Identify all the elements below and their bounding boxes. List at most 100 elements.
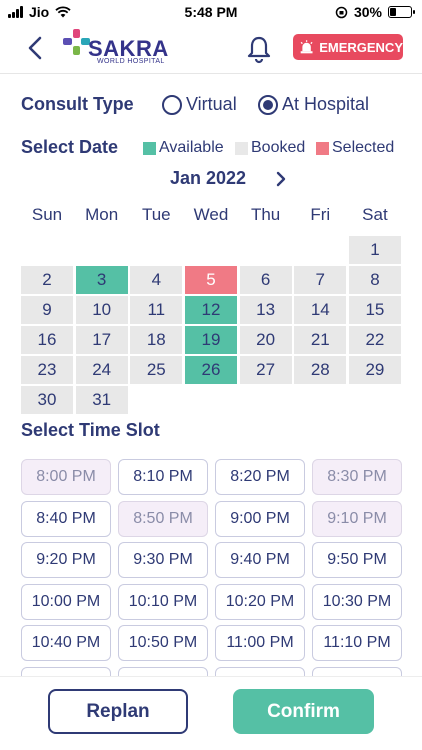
weekday-label: Fri xyxy=(310,205,331,224)
legend-available-label: Available xyxy=(159,139,224,156)
calendar-day[interactable]: 3 xyxy=(75,266,128,294)
time-slot-button: 8:00 PM xyxy=(21,459,111,495)
weekday-header: Sun Mon Tue Wed Thu Fri Sat xyxy=(21,205,401,225)
confirm-button[interactable]: Confirm xyxy=(233,689,374,734)
virtual-radio[interactable]: Virtual xyxy=(162,94,237,115)
logo-subtitle: WORLD HOSPITAL xyxy=(97,58,165,65)
calendar-day[interactable]: 19 xyxy=(184,326,237,354)
hospital-logo: SAKRA WORLD HOSPITAL xyxy=(60,26,170,74)
at-hospital-radio-label: At Hospital xyxy=(282,94,370,114)
weekday-label: Wed xyxy=(193,205,229,224)
calendar-day[interactable]: 22 xyxy=(348,326,401,354)
legend-selected-label: Selected xyxy=(332,139,395,156)
calendar-day[interactable]: 29 xyxy=(348,356,401,384)
time-slot-button[interactable]: 11:00 PM xyxy=(215,625,305,662)
weekday-label: Sun xyxy=(31,205,63,224)
time-slot-button[interactable]: 8:20 PM xyxy=(215,459,305,495)
calendar-day[interactable]: 28 xyxy=(294,356,347,384)
replan-button[interactable]: Replan xyxy=(48,689,188,734)
calendar-day[interactable]: 15 xyxy=(348,296,401,324)
calendar-day[interactable]: 10 xyxy=(75,296,128,324)
calendar-day[interactable]: 14 xyxy=(294,296,347,324)
orientation-lock-icon xyxy=(335,6,348,18)
legend-selected: Selected xyxy=(316,139,394,157)
virtual-radio-circle[interactable] xyxy=(162,94,182,115)
time-slot-button[interactable]: 9:00 PM xyxy=(215,500,305,537)
calendar-day[interactable]: 24 xyxy=(75,356,128,384)
time-slot-grid: 8:00 PM 8:10 PM 8:20 PM 8:30 PM 8:40 PM 8:50 … xyxy=(21,459,402,677)
time-slot-button[interactable]: 10:20 PM xyxy=(215,583,305,620)
consult-type-title: Consult Type xyxy=(21,94,134,114)
calendar-day[interactable]: 20 xyxy=(239,326,292,354)
calendar-day[interactable]: 11 xyxy=(130,296,183,324)
calendar-day[interactable]: 7 xyxy=(294,266,347,294)
time-slot-button[interactable]: 10:50 PM xyxy=(118,625,208,662)
legend-available: Available xyxy=(143,139,224,157)
calendar-grid: 1 2 3 4 5 6 7 8 9 10 11 12 13 14 15 16 17 18 19 20 21 22 23 24 2… xyxy=(21,236,401,414)
time-slot-button[interactable]: 8:10 PM xyxy=(118,459,208,495)
at-hospital-radio[interactable]: At Hospital xyxy=(258,94,369,115)
time-slot-button[interactable]: 9:20 PM xyxy=(21,542,111,579)
time-slot-button[interactable]: 10:00 PM xyxy=(21,583,111,620)
calendar-day[interactable]: 5 xyxy=(184,266,237,294)
time-slot-button[interactable]: 9:50 PM xyxy=(312,542,402,579)
time-slot-button[interactable]: 9:40 PM xyxy=(215,542,305,579)
at-hospital-radio-circle[interactable] xyxy=(258,94,278,115)
virtual-radio-label: Virtual xyxy=(186,94,237,114)
battery-percent: 30% xyxy=(353,4,382,20)
emergency-label: EMERGENCY xyxy=(319,39,403,55)
legend-booked-label: Booked xyxy=(251,139,306,156)
legend-booked: Booked xyxy=(235,139,305,157)
month-label: Jan 2022 xyxy=(170,168,247,188)
time-slot-button[interactable]: 9:30 PM xyxy=(118,542,208,579)
calendar-blank xyxy=(240,236,292,264)
status-right: 30% xyxy=(335,4,415,20)
available-swatch xyxy=(143,141,156,155)
time-slot-button: 8:50 PM xyxy=(118,500,208,537)
calendar-day[interactable]: 23 xyxy=(21,356,73,384)
time-slot-button[interactable]: 10:30 PM xyxy=(312,583,402,620)
calendar-blank xyxy=(130,236,182,264)
calendar-day[interactable]: 17 xyxy=(75,326,128,354)
calendar-day[interactable]: 31 xyxy=(75,386,128,414)
calendar-day[interactable]: 12 xyxy=(184,296,237,324)
status-bar: Jio 5:48 PM 30% xyxy=(0,0,422,26)
calendar-day[interactable]: 30 xyxy=(21,386,73,414)
time-slot-button[interactable]: 11:10 PM xyxy=(312,625,402,662)
calendar-day[interactable]: 13 xyxy=(239,296,292,324)
footer-bar: Replan Confirm xyxy=(0,676,422,750)
select-date-title: Select Date xyxy=(21,137,119,157)
chevron-right-icon[interactable] xyxy=(272,168,290,190)
calendar-day[interactable]: 16 xyxy=(21,326,73,354)
calendar-day[interactable]: 25 xyxy=(130,356,183,384)
calendar-day[interactable]: 6 xyxy=(239,266,292,294)
calendar-day[interactable]: 2 xyxy=(21,266,73,294)
back-arrow-icon[interactable] xyxy=(22,34,50,62)
battery-icon xyxy=(388,6,415,18)
time-slot-button[interactable]: 10:10 PM xyxy=(118,583,208,620)
time-slot-button[interactable]: 10:40 PM xyxy=(21,625,111,662)
calendar-day[interactable]: 27 xyxy=(239,356,292,384)
notification-bell-icon[interactable] xyxy=(244,34,274,64)
calendar-day[interactable]: 21 xyxy=(294,326,347,354)
time-slot-button: 8:30 PM xyxy=(312,459,402,495)
calendar-day[interactable]: 4 xyxy=(130,266,183,294)
app-header: SAKRA WORLD HOSPITAL EMERGENCY xyxy=(0,26,422,74)
calendar-blank xyxy=(185,236,237,264)
weekday-label: Thu xyxy=(250,205,281,224)
time-slot-button[interactable]: 8:40 PM xyxy=(21,500,111,537)
calendar-day[interactable]: 18 xyxy=(130,326,183,354)
calendar-blank xyxy=(294,236,346,264)
calendar-day[interactable]: 9 xyxy=(21,296,73,324)
calendar-day[interactable]: 1 xyxy=(348,236,401,264)
booked-swatch xyxy=(235,141,248,155)
calendar-blank xyxy=(76,236,128,264)
calendar-day[interactable]: 26 xyxy=(184,356,237,384)
siren-icon xyxy=(300,40,313,54)
emergency-button[interactable]: EMERGENCY xyxy=(293,34,403,60)
calendar-day[interactable]: 8 xyxy=(348,266,401,294)
weekday-label: Mon xyxy=(85,205,119,224)
calendar-blank xyxy=(21,236,73,264)
weekday-label: Tue xyxy=(141,205,171,224)
weekday-label: Sat xyxy=(362,205,388,224)
